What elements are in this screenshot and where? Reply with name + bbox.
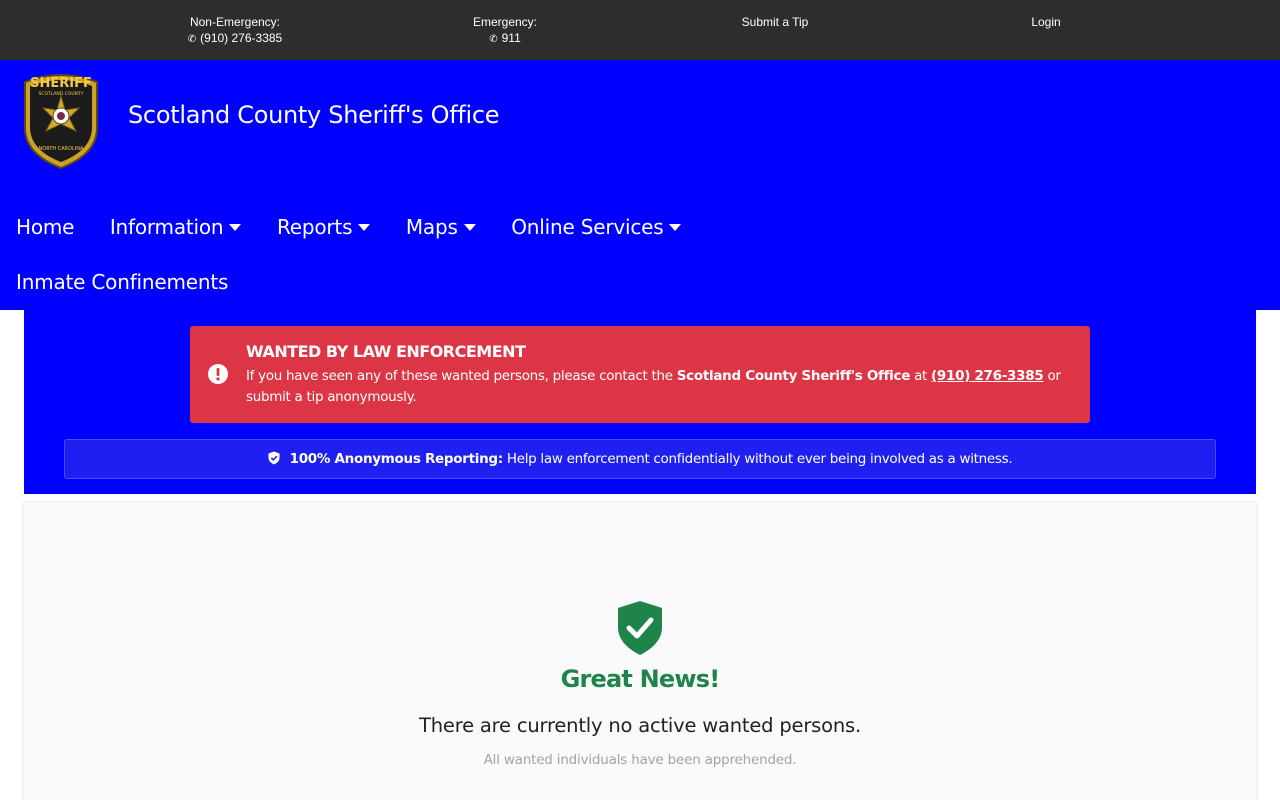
nav-online-services-label: Online Services <box>511 215 664 239</box>
top-utility-bar: Non-Emergency: ✆ (910) 276-3385 Emergency… <box>0 0 1280 60</box>
alert-body-prefix: If you have seen any of these wanted per… <box>246 368 673 384</box>
nav-reports-label: Reports <box>276 215 353 239</box>
non-emergency-phone: (910) 276-3385 <box>200 31 283 45</box>
non-emergency-contact: Non-Emergency: ✆ (910) 276-3385 <box>182 14 288 48</box>
main-nav-row-1: Home Information Reports Maps Online Ser… <box>16 215 711 240</box>
login-link[interactable]: Login <box>1025 14 1067 30</box>
chevron-down-icon <box>229 223 242 231</box>
status-note: All wanted individuals have been apprehe… <box>483 752 797 768</box>
logo-text-county: SCOTLAND COUNTY <box>38 91 83 97</box>
anonymous-bold: 100% Anonymous Reporting: <box>289 451 504 467</box>
chevron-down-icon <box>669 223 682 231</box>
emergency-phone-link[interactable]: ✆ 911 <box>470 30 540 48</box>
anonymous-reporting-notice: 100% Anonymous Reporting: Help law enfor… <box>64 439 1216 479</box>
wanted-alert: WANTED BY LAW ENFORCEMENT If you have se… <box>190 326 1090 423</box>
nav-information[interactable]: Information <box>110 215 242 239</box>
alert-at: at <box>914 368 928 384</box>
wanted-list-card: Great News! There are currently no activ… <box>24 503 1256 800</box>
non-emergency-phone-link[interactable]: ✆ (910) 276-3385 <box>182 30 288 48</box>
nav-maps[interactable]: Maps <box>406 215 476 239</box>
logo-text-state: NORTH CAROLINA <box>39 146 85 152</box>
shield-check-icon <box>268 451 280 465</box>
exclamation-circle-icon <box>208 364 228 384</box>
site-title[interactable]: Scotland County Sheriff's Office <box>128 101 500 129</box>
main-nav-row-2: Inmate Confinements <box>16 270 258 295</box>
alert-phone-link[interactable]: (910) 276-3385 <box>931 368 1044 384</box>
alert-title: WANTED BY LAW ENFORCEMENT <box>246 342 526 361</box>
phone-icon: ✆ <box>489 34 498 45</box>
alert-agency: Scotland County Sheriff's Office <box>676 368 911 384</box>
emergency-phone: 911 <box>501 31 521 45</box>
site-header: SHERIFF NORTH CAROLINA SCOTLAND COUNTY S… <box>0 60 1280 310</box>
sheriff-badge-logo[interactable]: SHERIFF NORTH CAROLINA SCOTLAND COUNTY <box>20 70 102 170</box>
chevron-down-icon <box>358 223 371 231</box>
phone-icon: ✆ <box>187 34 197 45</box>
logo-text-top: SHERIFF <box>30 76 92 91</box>
nav-home[interactable]: Home <box>16 215 74 239</box>
emergency-label: Emergency: <box>472 15 538 29</box>
anonymous-text: Help law enforcement confidentially with… <box>506 451 1013 467</box>
nav-reports[interactable]: Reports <box>276 215 371 239</box>
nav-maps-label: Maps <box>405 215 458 239</box>
status-headline: Great News! <box>560 665 721 693</box>
nav-inmate-confinements[interactable]: Inmate Confinements <box>16 270 228 294</box>
non-emergency-label: Non-Emergency: <box>189 15 281 29</box>
emergency-contact: Emergency: ✆ 911 <box>470 14 540 48</box>
nav-information-label: Information <box>109 215 224 239</box>
nav-home-label: Home <box>16 215 75 239</box>
chevron-down-icon <box>463 223 476 231</box>
alert-body: If you have seen any of these wanted per… <box>246 366 1076 408</box>
nav-inmate-confinements-label: Inmate Confinements <box>16 270 229 294</box>
nav-online-services[interactable]: Online Services <box>511 215 682 239</box>
submit-tip-link[interactable]: Submit a Tip <box>735 14 815 30</box>
shield-check-icon <box>618 601 662 655</box>
status-message: There are currently no active wanted per… <box>419 714 861 737</box>
